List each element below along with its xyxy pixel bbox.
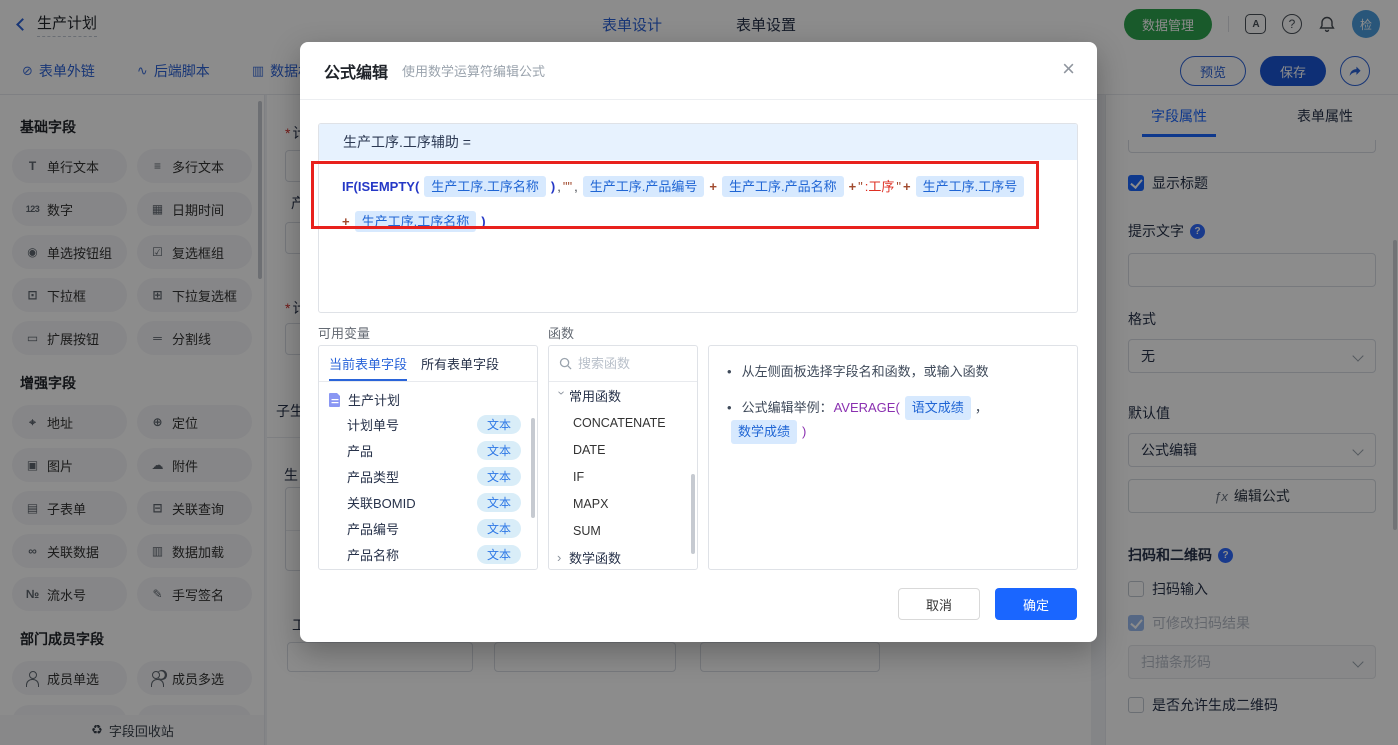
tip-example-arg1: 语文成绩	[904, 396, 971, 420]
search-icon	[559, 357, 572, 370]
function-item-label: MAPX	[573, 496, 609, 511]
form-designer-page: 生产计划 表单设计 表单设置 数据管理 A ? 检 ⊘ 表单外链 ∿ 后端脚本 …	[0, 0, 1398, 745]
variable-type-badge: 文本	[476, 414, 521, 434]
formula-token: 生产工序.工序号	[915, 176, 1025, 197]
chevron-right-icon: ›	[557, 550, 562, 565]
functions-panel: › 常用函数 › CONCATENATE › DATE ›	[548, 345, 698, 570]
tip-line-1: • 从左侧面板选择字段名和函数，或输入函数	[727, 362, 1059, 382]
variable-name: 产品编号	[347, 521, 400, 537]
variable-name: 产品类型	[347, 469, 400, 485]
variable-type-badge: 文本	[476, 466, 521, 486]
variable-type-badge: 文本	[476, 518, 521, 538]
variable-name: 关联BOMID	[347, 495, 416, 511]
formula-tips-panel: • 从左侧面板选择字段名和函数，或输入函数 • 公式编辑举例： AVERAGE(…	[708, 345, 1078, 570]
function-search-input[interactable]	[578, 356, 678, 371]
variables-scrollbar[interactable]	[531, 418, 535, 518]
chevron-right-icon: ›	[554, 390, 570, 396]
cancel-button[interactable]: 取消	[898, 588, 980, 620]
function-item[interactable]: › SUM	[549, 517, 697, 544]
variable-row[interactable]: 产品编号 文本	[319, 515, 537, 541]
bullet: •	[727, 400, 732, 415]
functions-scrollbar[interactable]	[691, 474, 695, 554]
formula-token: +	[342, 214, 350, 229]
tip-example-arg2: 数学成绩	[731, 420, 798, 444]
formula-target: 生产工序.工序辅助 =	[319, 124, 1077, 160]
modal-title: 公式编辑	[324, 64, 389, 82]
modal-header: 公式编辑 使用数学运算符编辑公式 ×	[300, 42, 1097, 100]
form-tree-root-label: 生产计划	[348, 393, 401, 408]
close-icon[interactable]: ×	[1062, 58, 1075, 80]
function-item-label: 常用函数	[569, 389, 622, 404]
tip-text-1: 从左侧面板选择字段名和函数，或输入函数	[741, 364, 989, 379]
bullet: •	[727, 364, 732, 379]
variable-row[interactable]: 产品 文本	[319, 437, 537, 463]
variable-type-badge: 文本	[476, 544, 521, 564]
formula-token: +	[848, 179, 857, 194]
tip-example-prefix: 公式编辑举例：	[741, 400, 833, 415]
function-item-label: SUM	[573, 523, 601, 538]
variable-row[interactable]: 计划单号 文本	[319, 411, 537, 437]
function-search	[549, 346, 697, 382]
variables-tabs: 当前表单字段 所有表单字段	[319, 346, 537, 382]
vars-section-label: 可用变量	[318, 326, 371, 341]
tip-example-comma: ，	[974, 400, 988, 415]
formula-token: "	[896, 179, 902, 194]
formula-token: ,	[574, 179, 578, 194]
formula-editor-modal: 公式编辑 使用数学运算符编辑公式 × 生产工序.工序辅助 = IF(ISEMPT…	[300, 42, 1097, 642]
modal-subtitle: 使用数学运算符编辑公式	[402, 64, 546, 79]
funcs-section-label: 函数	[548, 326, 575, 341]
formula-token: ,	[557, 179, 561, 194]
variable-name: 产品名称	[347, 547, 400, 563]
tip-example-close-paren: )	[802, 424, 807, 439]
formula-token: +	[709, 179, 717, 194]
variable-row[interactable]: 关联BOMID 文本	[319, 489, 537, 515]
tip-line-2: • 公式编辑举例： AVERAGE( 语文成绩 ， 数学成绩 )	[727, 396, 1059, 444]
function-item-label: 数学函数	[569, 551, 622, 566]
tip-example-function: AVERAGE(	[833, 400, 900, 415]
function-item-label: IF	[573, 469, 585, 484]
function-list: › 常用函数 › CONCATENATE › DATE ›	[549, 382, 697, 569]
tab-all-form-fields[interactable]: 所有表单字段	[421, 346, 499, 381]
formula-token: :工序	[864, 179, 895, 194]
variable-list: 计划单号 文本 产品 文本 产品类型 文本 关联BOMID 文本 产品编号 文本…	[319, 411, 537, 567]
function-item[interactable]: › DATE	[549, 436, 697, 463]
function-item[interactable]: › 数学函数	[549, 544, 697, 569]
formula-token: )	[550, 179, 556, 194]
variable-name: 计划单号	[347, 417, 400, 433]
confirm-button[interactable]: 确定	[995, 588, 1077, 620]
variable-type-badge: 文本	[476, 492, 521, 512]
formula-editor: 生产工序.工序辅助 = IF(ISEMPTY(生产工序.工序名称), "", 生产工…	[318, 123, 1078, 313]
function-item-label: CONCATENATE	[573, 415, 666, 430]
function-item[interactable]: › IF	[549, 463, 697, 490]
formula-token: ""	[562, 179, 573, 194]
function-item[interactable]: › 常用函数	[549, 382, 697, 409]
function-item-label: DATE	[573, 442, 606, 457]
formula-token: "	[858, 179, 863, 194]
formula-token: 生产工序.产品名称	[721, 176, 844, 197]
function-item[interactable]: › CONCATENATE	[549, 409, 697, 436]
formula-token: )	[481, 214, 486, 229]
formula-token: +	[903, 179, 911, 194]
formula-token: 生产工序.工序名称	[424, 176, 546, 197]
variable-row[interactable]: 产品类型 文本	[319, 463, 537, 489]
formula-token: IF(ISEMPTY(	[342, 179, 420, 194]
variables-panel: 当前表单字段 所有表单字段 生产计划 计划单号 文本 产品 文本 产品类型 文本…	[318, 345, 538, 570]
form-tree-root[interactable]: 生产计划	[319, 382, 537, 411]
formula-code-area[interactable]: IF(ISEMPTY(生产工序.工序名称), "", 生产工序.产品编号 + 生产工序.…	[319, 160, 1077, 250]
formula-token: 生产工序.工序名称	[354, 211, 477, 232]
function-item[interactable]: › MAPX	[549, 490, 697, 517]
document-icon	[329, 392, 340, 407]
formula-token: 生产工序.产品编号	[582, 176, 705, 197]
variable-type-badge: 文本	[476, 440, 521, 460]
variable-row[interactable]: 产品名称 文本	[319, 541, 537, 567]
modal-footer: 取消 确定	[300, 582, 1097, 642]
variable-name: 产品	[347, 443, 374, 459]
tab-current-form-fields[interactable]: 当前表单字段	[329, 346, 408, 381]
